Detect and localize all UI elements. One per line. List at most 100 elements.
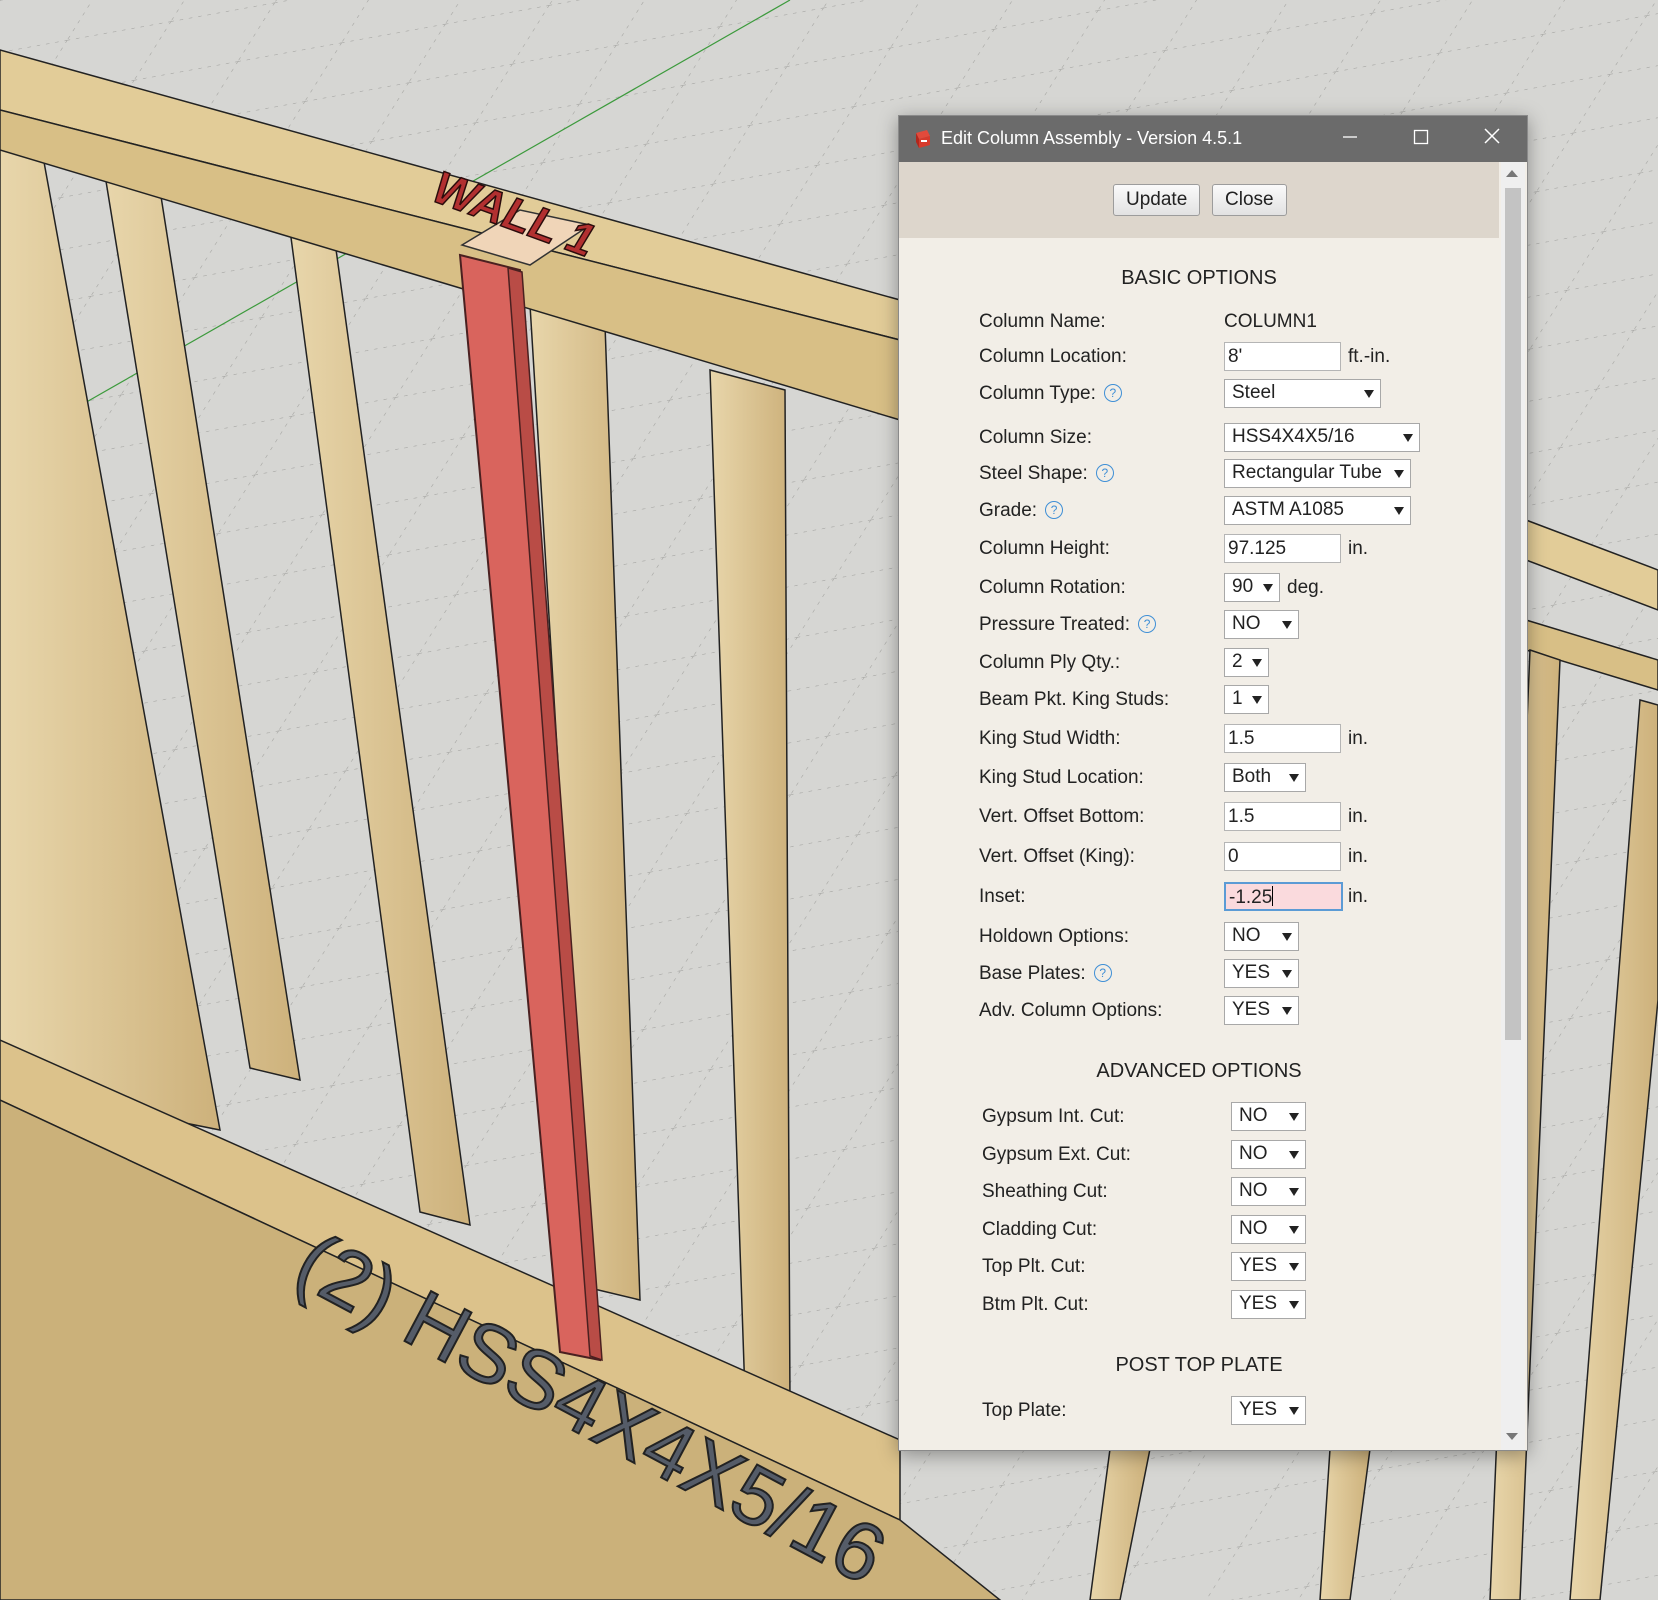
column-location-input[interactable]: [1224, 342, 1341, 371]
help-icon[interactable]: ?: [1138, 615, 1157, 633]
adv-column-options-value: YES: [1232, 999, 1271, 1020]
sketchup-logo-icon: [916, 130, 930, 148]
pressure-treated-label: Pressure Treated:?: [979, 614, 1157, 636]
column-name-value: COLUMN1: [1224, 311, 1317, 332]
column-size-value: HSS4X4X5/16: [1232, 426, 1355, 447]
steel-shape-label-text: Steel Shape:: [979, 463, 1088, 484]
close-icon: [1484, 128, 1500, 144]
adv-column-options-label: Adv. Column Options:: [979, 1000, 1163, 1021]
dropdown-arrow-icon: [1289, 774, 1299, 782]
text-cursor: [1272, 886, 1274, 906]
top-plate-select[interactable]: YES: [1231, 1396, 1306, 1425]
column-type-label: Column Type:?: [979, 383, 1122, 405]
dropdown-arrow-icon: [1282, 1007, 1292, 1015]
inset-unit: in.: [1348, 886, 1369, 907]
base-plates-select[interactable]: YES: [1224, 959, 1299, 988]
gypsum-int-cut-value: NO: [1239, 1105, 1268, 1126]
pressure-treated-label-text: Pressure Treated:: [979, 614, 1131, 635]
steel-shape-select[interactable]: Rectangular Tube: [1224, 459, 1411, 488]
close-window-button[interactable]: [1457, 116, 1527, 162]
sheathing-cut-select[interactable]: NO: [1231, 1177, 1306, 1206]
column-height-label: Column Height:: [979, 538, 1110, 559]
scroll-up-arrow-icon[interactable]: [1506, 170, 1518, 177]
close-button[interactable]: Close: [1212, 184, 1287, 216]
king-stud-location-select[interactable]: Both: [1224, 763, 1306, 792]
dropdown-arrow-icon: [1364, 390, 1374, 398]
advanced-options-heading: ADVANCED OPTIONS: [1096, 1060, 1302, 1082]
basic-options-heading: BASIC OPTIONS: [1121, 267, 1277, 289]
btm-plt-cut-select[interactable]: YES: [1231, 1290, 1306, 1319]
adv-column-options-select[interactable]: YES: [1224, 996, 1299, 1025]
vert-offset-king-label: Vert. Offset (King):: [979, 846, 1135, 867]
cladding-cut-select[interactable]: NO: [1231, 1215, 1306, 1244]
king-stud-location-label: King Stud Location:: [979, 767, 1144, 788]
dropdown-arrow-icon: [1289, 1113, 1299, 1121]
minimize-button[interactable]: [1315, 116, 1385, 162]
scroll-down-arrow-icon[interactable]: [1506, 1433, 1518, 1440]
king-stud-width-label: King Stud Width:: [979, 728, 1121, 749]
help-icon[interactable]: ?: [1045, 501, 1064, 519]
column-ply-qty-select[interactable]: 2: [1224, 648, 1269, 677]
grade-select[interactable]: ASTM A1085: [1224, 496, 1411, 525]
column-size-label: Column Size:: [979, 427, 1092, 448]
inset-input[interactable]: -1.25: [1224, 882, 1343, 911]
dropdown-arrow-icon: [1289, 1151, 1299, 1159]
dropdown-arrow-icon: [1282, 621, 1292, 629]
king-stud-width-input[interactable]: [1224, 724, 1341, 753]
vert-offset-king-unit: in.: [1348, 846, 1369, 867]
update-button[interactable]: Update: [1113, 184, 1201, 216]
dialog-content: BASIC OPTIONS Column Name: COLUMN1 Colum…: [899, 238, 1499, 1450]
help-icon[interactable]: ?: [1095, 464, 1114, 482]
column-type-label-text: Column Type:: [979, 383, 1096, 404]
cladding-cut-label: Cladding Cut:: [982, 1219, 1098, 1240]
king-stud-width-unit: in.: [1348, 728, 1369, 749]
column-type-select[interactable]: Steel: [1224, 379, 1381, 408]
column-rotation-value: 90: [1232, 576, 1254, 597]
beam-pkt-king-studs-select[interactable]: 1: [1224, 685, 1269, 714]
dropdown-arrow-icon: [1282, 970, 1292, 978]
title-bar[interactable]: Edit Column Assembly - Version 4.5.1: [899, 116, 1527, 162]
vertical-scrollbar[interactable]: [1501, 162, 1525, 1450]
top-plate-label: Top Plate:: [982, 1400, 1067, 1421]
column-location-unit: ft.-in.: [1348, 346, 1391, 367]
column-location-label: Column Location:: [979, 346, 1127, 367]
help-icon[interactable]: ?: [1103, 384, 1122, 402]
pressure-treated-select[interactable]: NO: [1224, 610, 1299, 639]
gypsum-ext-cut-select[interactable]: NO: [1231, 1140, 1306, 1169]
top-plt-cut-value: YES: [1239, 1255, 1278, 1276]
gypsum-int-cut-select[interactable]: NO: [1231, 1102, 1306, 1131]
vert-offset-king-input[interactable]: [1224, 842, 1341, 871]
inset-label: Inset:: [979, 886, 1026, 907]
column-rotation-unit: deg.: [1287, 577, 1324, 598]
post-top-plate-heading: POST TOP PLATE: [1115, 1354, 1283, 1376]
dialog-toolbar: Update Close: [899, 162, 1499, 238]
steel-shape-label: Steel Shape:?: [979, 463, 1114, 485]
column-size-select[interactable]: HSS4X4X5/16: [1224, 423, 1420, 452]
base-plates-label-text: Base Plates:: [979, 963, 1086, 984]
base-plates-value: YES: [1232, 962, 1271, 983]
maximize-icon: [1413, 129, 1429, 145]
scroll-thumb[interactable]: [1505, 188, 1521, 1040]
sheathing-cut-value: NO: [1239, 1180, 1268, 1201]
help-icon[interactable]: ?: [1093, 964, 1112, 982]
column-height-unit: in.: [1348, 538, 1369, 559]
gypsum-ext-cut-value: NO: [1239, 1143, 1268, 1164]
column-rotation-select[interactable]: 90: [1224, 573, 1280, 602]
sheathing-cut-label: Sheathing Cut:: [982, 1181, 1108, 1202]
btm-plt-cut-label: Btm Plt. Cut:: [982, 1294, 1089, 1315]
column-height-input[interactable]: [1224, 534, 1341, 563]
vert-offset-bottom-input[interactable]: [1224, 802, 1341, 831]
steel-shape-value: Rectangular Tube: [1232, 462, 1382, 483]
holdown-options-label: Holdown Options:: [979, 926, 1129, 947]
minimize-icon: [1343, 136, 1357, 138]
beam-pkt-king-studs-label: Beam Pkt. King Studs:: [979, 689, 1170, 710]
grade-label-text: Grade:: [979, 500, 1038, 521]
dropdown-arrow-icon: [1252, 696, 1262, 704]
top-plt-cut-select[interactable]: YES: [1231, 1252, 1306, 1281]
grade-value: ASTM A1085: [1232, 499, 1344, 520]
edit-column-dialog: Edit Column Assembly - Version 4.5.1 Upd…: [898, 115, 1528, 1451]
maximize-button[interactable]: [1386, 116, 1456, 162]
holdown-options-select[interactable]: NO: [1224, 922, 1299, 951]
holdown-options-value: NO: [1232, 925, 1261, 946]
column-ply-qty-value: 2: [1232, 651, 1243, 672]
